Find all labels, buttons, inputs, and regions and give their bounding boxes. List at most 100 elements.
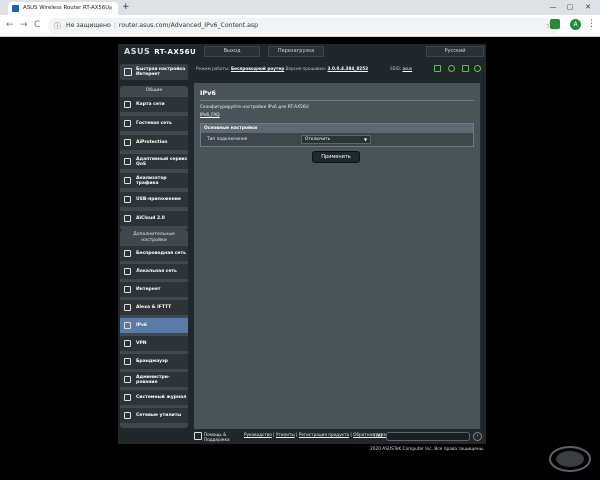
lan-icon (124, 268, 131, 275)
quick-setup-label: Быстрая настройка Интернет (136, 67, 186, 77)
title-divider (200, 100, 474, 101)
status-bar: Режим работы: Беспроводной роутер Версия… (196, 65, 368, 73)
security-label: Не защищено (66, 22, 111, 29)
page-description: Сконфигурируйте настройки IPv6 для RT-AX… (200, 105, 309, 110)
footer-link-registration[interactable]: Регистрация продукта (299, 432, 349, 437)
ipv6-faq-link[interactable]: IPv6_FAQ (200, 113, 220, 119)
cloud-icon (124, 215, 131, 222)
quick-internet-setup[interactable]: Быстрая настройка Интернет (120, 64, 188, 80)
tools-icon (124, 412, 131, 419)
help-support-link[interactable]: Помощь & Поддержка (204, 432, 242, 442)
connection-type-value: Отключить (305, 137, 331, 142)
footer-link-utilities[interactable]: Утилиты (276, 432, 295, 437)
mode-value[interactable]: Беспроводной роутер (231, 66, 284, 71)
sidebar-item-traffic-analyzer[interactable]: Анализатор трафика (120, 172, 188, 188)
profile-avatar[interactable]: A (570, 19, 581, 30)
mode-label: Режим работы: (196, 66, 230, 71)
usb-icon (124, 196, 131, 203)
admin-icon (124, 376, 131, 383)
sidebar-item-aicloud[interactable]: AiCloud 2.0 (120, 210, 188, 226)
sidebar-item-administration[interactable]: Администри-рование (120, 371, 188, 387)
fw-label: Версия прошивки: (285, 66, 327, 71)
settings-table: Основные настройки Тип подключения Отклю… (200, 123, 474, 147)
logout-button[interactable]: Выход (204, 46, 260, 57)
general-header: Общие (145, 88, 163, 93)
ssid-status: SSID: asus (390, 65, 412, 73)
forward-icon[interactable]: → (20, 20, 28, 31)
footer-link-feedback[interactable]: Обратная связь (353, 432, 388, 437)
footer-link-manual[interactable]: Руководство (244, 432, 272, 437)
sidebar-item-wireless[interactable]: Беспроводная сеть (120, 245, 188, 261)
sidebar-item-lan[interactable]: Локальная сеть (120, 263, 188, 279)
url-text: router.asus.com/Advanced_IPv6_Content.as… (118, 22, 259, 29)
wifi-icon (124, 250, 131, 257)
sidebar-item-network-map[interactable]: Карта сети (120, 96, 188, 112)
sidebar-item-qos[interactable]: Адаптивный сервис QoS (120, 153, 188, 169)
sidebar-item-guest-network[interactable]: Гостевая сеть (120, 115, 188, 131)
copyright: 2020 ASUSTeK Computer Inc. Все права защ… (370, 447, 485, 452)
browser-tab[interactable]: ASUS Wireless Router RT-AX56U × (8, 2, 118, 15)
apply-button[interactable]: Применить (312, 151, 360, 163)
sidebar-item-firewall[interactable]: Брандмауэр (120, 353, 188, 369)
traffic-icon (124, 177, 131, 184)
reboot-button[interactable]: Перезагрузка (268, 46, 324, 57)
close-window-icon[interactable]: ✕ (581, 0, 595, 15)
extension-icon[interactable] (550, 19, 560, 29)
wizard-icon (124, 68, 132, 76)
advanced-header: Дополнительные настройки (133, 232, 175, 243)
wifi-status-icon[interactable] (474, 65, 481, 72)
back-icon[interactable]: ← (6, 20, 14, 31)
maximize-icon[interactable]: ▢ (563, 0, 577, 15)
sidebar-item-wan[interactable]: Интернет (120, 281, 188, 297)
firewall-icon (124, 358, 131, 365)
sidebar-item-alexa[interactable]: Alexa & IFTTT (120, 299, 188, 315)
table-row: Тип подключения Отключить ▼ (201, 133, 473, 146)
model-name: RT-AX56U (154, 48, 197, 56)
ssid-label: SSID: (390, 66, 402, 71)
qos-icon (124, 158, 131, 165)
language-select[interactable]: Русский (426, 46, 484, 57)
connection-type-label: Тип подключения (207, 137, 248, 142)
sidebar-item-system-log[interactable]: Системный журнал (120, 389, 188, 405)
advanced-group: Дополнительные настройки Беспроводная се… (120, 230, 188, 428)
sidebar-item-ipv6[interactable]: IPv6 (120, 317, 188, 333)
faq-label: FAQ (374, 434, 383, 439)
sidebar-item-aiprotection[interactable]: AiProtection (120, 134, 188, 150)
usb-status-icon[interactable] (462, 65, 469, 72)
network-status-icon[interactable] (448, 65, 455, 72)
favicon-icon (12, 5, 19, 12)
network-map-icon (124, 101, 131, 108)
chevron-down-icon: ▼ (364, 137, 368, 142)
log-icon (124, 394, 131, 401)
page-title: IPv6 (200, 89, 216, 97)
address-bar[interactable]: ⓘ Не защищено | router.asus.com/Advanced_I… (48, 18, 560, 34)
internet-status-icon[interactable] (434, 65, 441, 72)
reload-icon[interactable]: C (34, 20, 40, 31)
sidebar-item-usb-app[interactable]: USB-приложение (120, 191, 188, 207)
vpn-icon (124, 340, 131, 347)
fw-value[interactable]: 3.0.0.4.384_8253 (328, 66, 369, 71)
tab-close-icon[interactable]: × (108, 2, 113, 15)
globe-icon (124, 286, 131, 293)
sidebar-item-network-tools[interactable]: Сетевые утилиты (120, 407, 188, 423)
asus-logo: ASUS RT-AX56U (124, 47, 197, 56)
shield-icon (124, 139, 131, 146)
address-toolbar: ← → C ⓘ Не защищено | router.asus.com/Adva… (0, 15, 600, 37)
footer-links: Руководство | Утилиты | Регистрация прод… (244, 432, 388, 437)
content-panel: IPv6 Сконфигурируйте настройки IPv6 для … (194, 83, 480, 429)
minimize-icon[interactable]: — (546, 0, 560, 15)
faq-search-input[interactable] (386, 432, 470, 441)
ipv6-icon (124, 322, 131, 329)
sidebar-item-vpn[interactable]: VPN (120, 335, 188, 351)
guest-network-icon (124, 120, 131, 127)
search-go-icon[interactable]: › (473, 432, 482, 441)
watermark-logo-icon (549, 446, 591, 472)
browser-menu-icon[interactable]: ⋮ (587, 17, 596, 31)
new-tab-button[interactable]: + (122, 2, 130, 13)
ssid-value[interactable]: asus (403, 66, 413, 71)
help-icon (194, 432, 202, 440)
general-group: Общие Карта сети Гостевая сеть AiProtect… (120, 86, 188, 230)
router-page: ASUS RT-AX56U Выход Перезагрузка Русский … (118, 44, 486, 444)
browser-tab-bar: ASUS Wireless Router RT-AX56U × + — ▢ ✕ (0, 0, 600, 15)
connection-type-select[interactable]: Отключить ▼ (301, 135, 371, 144)
